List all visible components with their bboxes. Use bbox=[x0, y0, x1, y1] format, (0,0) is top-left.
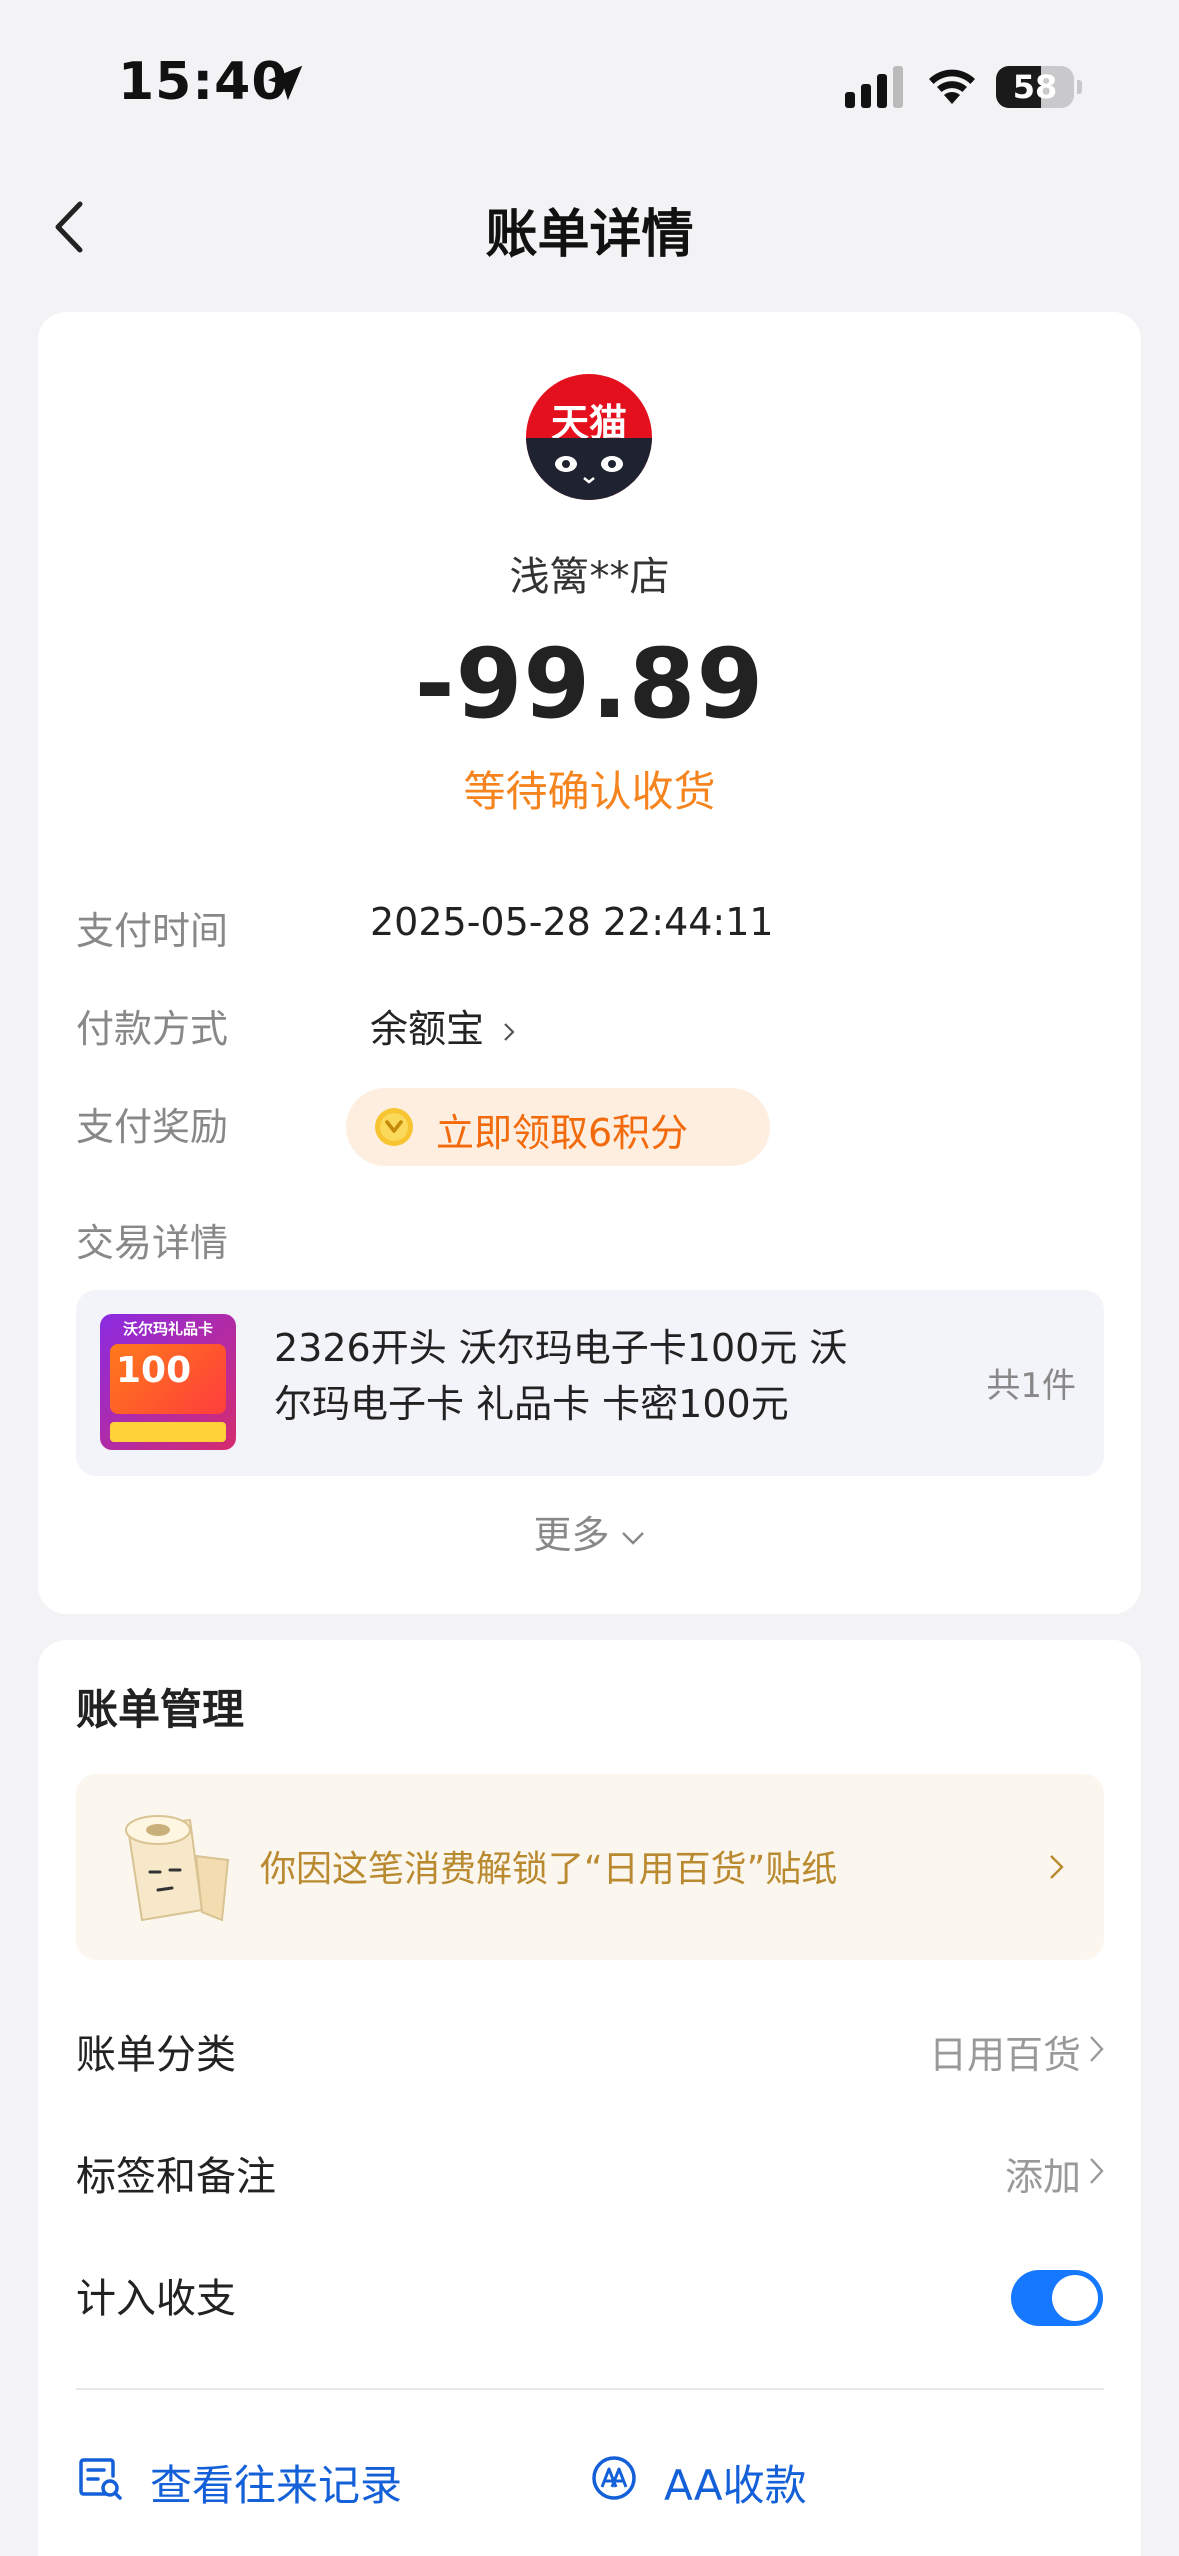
category-label: 账单分类 bbox=[76, 2032, 236, 2078]
aa-icon bbox=[592, 2456, 636, 2500]
product-thumbnail: 沃尔玛礼品卡 100 bbox=[100, 1314, 236, 1450]
view-records-button[interactable]: 查看往来记录 bbox=[76, 2444, 476, 2514]
more-button[interactable]: 更多 bbox=[38, 1504, 1141, 1559]
sticker-message: 你因这笔消费解锁了“日用百货”贴纸 bbox=[260, 1849, 838, 1890]
record-search-icon bbox=[79, 2458, 122, 2500]
tmall-cat-icon bbox=[526, 438, 652, 500]
bill-management-card: 账单管理 你因这笔消费解锁了“日用百货”贴纸 账单分类 日用百货 标签和备注 添… bbox=[38, 1640, 1141, 2556]
cellular-signal-icon bbox=[845, 66, 903, 108]
include-label: 计入收支 bbox=[76, 2276, 236, 2322]
chevron-right-icon bbox=[1090, 2158, 1104, 2184]
tags-value: 添加 bbox=[1004, 2155, 1081, 2199]
coin-icon bbox=[375, 1108, 413, 1146]
include-toggle[interactable] bbox=[1011, 2270, 1103, 2326]
battery-indicator: 58 bbox=[996, 66, 1082, 108]
product-title: 2326开头 沃尔玛电子卡100元 沃 尔玛电子卡 礼品卡 卡密100元 bbox=[274, 1326, 848, 1426]
chevron-down-icon bbox=[621, 1531, 644, 1545]
tags-label: 标签和备注 bbox=[76, 2154, 276, 2200]
claim-points-button[interactable]: 立即领取6积分 bbox=[346, 1088, 770, 1166]
tmall-logo: 天猫 bbox=[526, 374, 652, 500]
section-title: 账单管理 bbox=[76, 1685, 245, 1734]
wifi-icon bbox=[929, 69, 975, 104]
aa-collect-button[interactable]: AA收款 bbox=[590, 2444, 990, 2514]
claim-points-label: 立即领取6积分 bbox=[436, 1111, 689, 1155]
product-count: 共1件 bbox=[986, 1366, 1076, 1406]
pay-method-link[interactable]: 余额宝 bbox=[370, 998, 520, 1053]
tissue-roll-sticker-icon bbox=[125, 1815, 230, 1922]
location-arrow-icon bbox=[267, 65, 303, 101]
pay-method-label: 付款方式 bbox=[76, 1007, 229, 1051]
order-status: 等待确认收货 bbox=[463, 767, 716, 816]
amount: -99.89 bbox=[414, 628, 765, 740]
sticker-banner[interactable]: 你因这笔消费解锁了“日用百货”贴纸 bbox=[76, 1774, 1104, 1960]
status-bar: 15:40 58 bbox=[0, 0, 1179, 150]
pay-method-value: 余额宝 bbox=[370, 1007, 485, 1051]
chevron-right-icon bbox=[1050, 1855, 1064, 1879]
battery-percent: 58 bbox=[1012, 68, 1058, 106]
trade-detail-label: 交易详情 bbox=[76, 1221, 229, 1265]
reward-label: 支付奖励 bbox=[76, 1105, 229, 1149]
chevron-right-icon bbox=[1090, 2036, 1104, 2062]
page-title: 账单详情 bbox=[485, 205, 694, 265]
merchant-name: 浅篱**店 bbox=[509, 554, 670, 600]
product-item[interactable]: 沃尔玛礼品卡 100 2326开头 沃尔玛电子卡100元 沃 尔玛电子卡 礼品卡… bbox=[76, 1290, 1104, 1476]
divider bbox=[76, 2388, 1104, 2390]
pay-time-value: 2025-05-28 22:44:11 bbox=[370, 900, 774, 944]
category-value: 日用百货 bbox=[928, 2033, 1081, 2077]
bill-summary-card: 天猫 浅篱**店 -99.89 等待确认收货 支付时间 2025-05-28 2… bbox=[38, 312, 1141, 1614]
chevron-right-icon bbox=[504, 1022, 515, 1041]
pay-time-label: 支付时间 bbox=[76, 909, 229, 953]
